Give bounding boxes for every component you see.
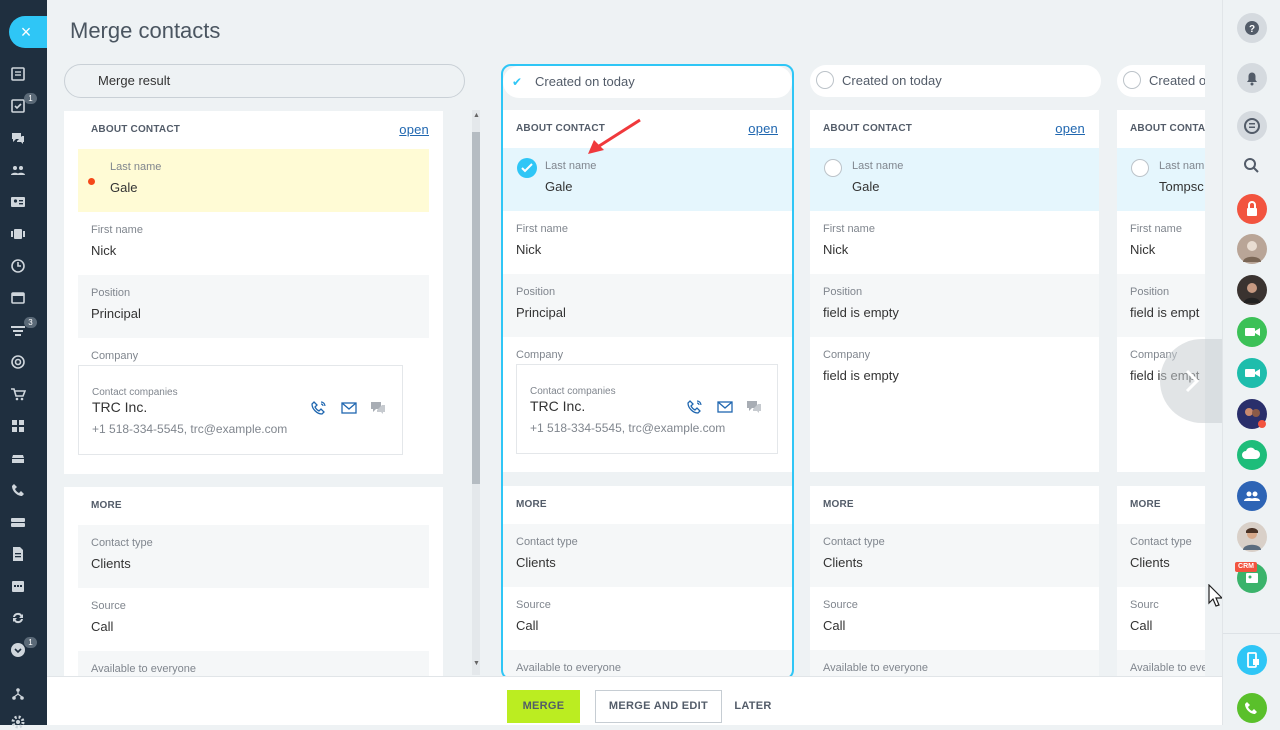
calendar-window-icon[interactable] xyxy=(10,290,26,306)
red-arrow-annotation xyxy=(588,118,641,154)
column-3-clip: Created o ABOUT CONTAC Last nam Tompsc F… xyxy=(1117,0,1205,676)
video-call-icon[interactable] xyxy=(1237,317,1267,347)
clock-icon[interactable] xyxy=(10,258,26,274)
tasks-badge: 1 xyxy=(24,93,37,104)
svg-text:?: ? xyxy=(1249,24,1255,35)
radio-button[interactable] xyxy=(816,71,834,89)
chevron-right-icon xyxy=(1185,369,1200,393)
merge-and-edit-button[interactable]: MERGE AND EDIT xyxy=(595,690,722,723)
group-chat-icon[interactable] xyxy=(1237,481,1267,511)
more-badge: 1 xyxy=(24,637,37,648)
merge-result-header: Merge result xyxy=(64,64,465,98)
right-sidebar: ? CRM xyxy=(1222,0,1280,725)
scrollbar-thumb[interactable] xyxy=(472,132,480,484)
merged-contact-type-field: Contact type Clients xyxy=(78,525,429,588)
cart-icon[interactable] xyxy=(10,386,26,402)
phone-call-icon[interactable] xyxy=(1237,693,1267,723)
action-footer: MERGE MERGE AND EDIT LATER xyxy=(47,676,1222,725)
messages-icon[interactable] xyxy=(1237,111,1267,141)
avatar-3[interactable] xyxy=(1237,399,1267,429)
drive-icon[interactable] xyxy=(10,226,26,242)
apps-icon[interactable] xyxy=(10,418,26,434)
video-call-icon-2[interactable] xyxy=(1237,358,1267,388)
target-icon[interactable] xyxy=(10,354,26,370)
chat-icon[interactable] xyxy=(10,130,26,146)
avatar-1[interactable] xyxy=(1237,234,1267,264)
avatar-4[interactable] xyxy=(1237,522,1267,552)
avatar-2[interactable] xyxy=(1237,275,1267,305)
search-icon[interactable] xyxy=(1237,151,1267,181)
document-icon[interactable] xyxy=(10,546,26,562)
lock-icon[interactable] xyxy=(1237,194,1267,224)
crm-label: CRM xyxy=(1235,562,1257,572)
company-name[interactable]: TRC Inc. xyxy=(92,399,147,415)
left-sidebar: × 1 3 1 xyxy=(0,0,47,729)
email-icon[interactable] xyxy=(341,400,357,416)
calendar-icon[interactable] xyxy=(10,578,26,594)
merge-panel: Merge contacts Merge result ABOUT CONTAC… xyxy=(47,0,1230,725)
merge-button[interactable]: MERGE xyxy=(507,690,580,723)
close-button[interactable]: × xyxy=(9,16,47,48)
mobile-icon[interactable] xyxy=(1237,645,1267,675)
column-2-last-name-field[interactable]: Last name Gale xyxy=(810,148,1099,211)
merge-result-about-card: ABOUT CONTACT open Last name Gale First n… xyxy=(64,111,443,474)
column-3-more-card: MORE Contact type Clients Sourc Call Ava… xyxy=(1117,486,1205,676)
merged-position-field: Position Principal xyxy=(78,275,429,338)
storage-icon[interactable] xyxy=(10,514,26,530)
merge-result-more-card: MORE Contact type Clients Source Call Av… xyxy=(64,487,443,714)
groups-icon[interactable] xyxy=(10,162,26,178)
merged-first-name-field: First name Nick xyxy=(78,212,429,275)
funnel-badge: 3 xyxy=(24,317,37,328)
merged-last-name-field: Last name Gale xyxy=(78,149,429,212)
column-2-about-card: ABOUT CONTACT open Last name Gale First n… xyxy=(810,110,1099,472)
page-title: Merge contacts xyxy=(70,18,221,43)
radio-button[interactable] xyxy=(1123,71,1141,89)
gear-icon[interactable] xyxy=(10,714,26,730)
changed-indicator-icon xyxy=(88,178,95,185)
cloud-icon[interactable] xyxy=(1237,440,1267,470)
column-2-more-card: MORE Contact type Clients Source Call Av… xyxy=(810,486,1099,713)
company-box: Contact companies TRC Inc. +1 518-334-55… xyxy=(78,365,403,455)
column-2-header[interactable]: Created on today xyxy=(810,65,1101,97)
scroll-up-icon[interactable]: ▲ xyxy=(473,112,480,119)
contacts-card-icon[interactable] xyxy=(10,194,26,210)
call-icon[interactable] xyxy=(311,400,327,416)
bell-icon[interactable] xyxy=(1237,63,1267,93)
merged-company-field: Company Contact companies TRC Inc. +1 51… xyxy=(78,338,429,468)
feed-icon[interactable] xyxy=(10,66,26,82)
sitemap-icon[interactable] xyxy=(10,686,26,702)
merged-source-field: Source Call xyxy=(78,588,429,651)
sync-icon[interactable] xyxy=(10,610,26,626)
scroll-down-icon[interactable]: ▼ xyxy=(473,660,480,667)
phone-icon[interactable] xyxy=(10,482,26,498)
help-icon[interactable]: ? xyxy=(1237,13,1267,43)
selected-column-frame xyxy=(501,64,794,680)
about-contact-header: ABOUT CONTACT open xyxy=(64,111,443,149)
later-button[interactable]: LATER xyxy=(727,690,779,723)
divider xyxy=(1223,633,1280,634)
stack-icon[interactable] xyxy=(10,450,26,466)
column-3-header[interactable]: Created o xyxy=(1117,65,1205,97)
message-icon[interactable] xyxy=(370,400,386,416)
open-link[interactable]: open xyxy=(399,111,429,149)
radio-button[interactable] xyxy=(1131,159,1149,177)
open-link[interactable]: open xyxy=(1055,110,1085,148)
close-icon: × xyxy=(20,22,32,42)
radio-button[interactable] xyxy=(824,159,842,177)
more-header: MORE xyxy=(91,500,122,511)
